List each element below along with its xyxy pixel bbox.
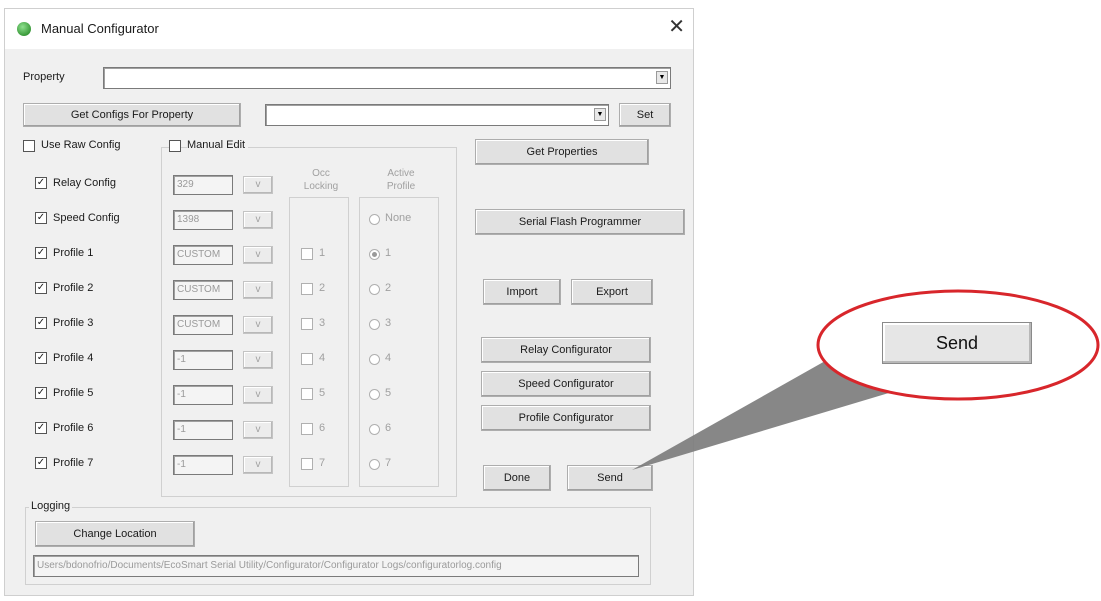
active-profile-none-label: None <box>385 212 412 224</box>
active-profile-5-label: 5 <box>385 387 392 399</box>
occ-lock-5-checkbox[interactable] <box>301 388 313 400</box>
serial-flash-programmer-button[interactable]: Serial Flash Programmer <box>475 209 685 235</box>
profile-4-field[interactable]: -1 <box>173 350 233 370</box>
use-raw-config-label: Use Raw Config <box>41 139 121 151</box>
active-profile-1-label: 1 <box>385 247 392 259</box>
relay-config-checkbox[interactable]: ✓ <box>35 177 47 189</box>
chevron-down-icon[interactable]: ▼ <box>656 71 668 84</box>
close-icon[interactable]: ✕ <box>668 15 685 39</box>
profile-6-field[interactable]: -1 <box>173 420 233 440</box>
profile-2-v-button[interactable]: v <box>243 281 273 299</box>
occ-lock-5-label: 5 <box>319 387 326 399</box>
configs-combobox[interactable]: ▼ <box>265 104 609 126</box>
active-profile-group <box>359 197 439 487</box>
profile-2-label: Profile 2 <box>53 282 94 294</box>
profile-7-checkbox[interactable]: ✓ <box>35 457 47 469</box>
active-profile-6-label: 6 <box>385 422 392 434</box>
profile-3-field[interactable]: CUSTOM <box>173 315 233 335</box>
speed-config-checkbox[interactable]: ✓ <box>35 212 47 224</box>
get-properties-button[interactable]: Get Properties <box>475 139 649 165</box>
profile-1-field[interactable]: CUSTOM <box>173 245 233 265</box>
profile-4-label: Profile 4 <box>53 352 94 364</box>
profile-5-field[interactable]: -1 <box>173 385 233 405</box>
export-button[interactable]: Export <box>571 279 653 305</box>
property-label: Property <box>23 71 65 83</box>
occ-lock-7-label: 7 <box>319 457 326 469</box>
relay-config-field[interactable]: 329 <box>173 175 233 195</box>
active-profile-header: Active Profile <box>386 168 416 192</box>
occ-lock-4-checkbox[interactable] <box>301 353 313 365</box>
active-profile-7-radio[interactable] <box>369 459 380 470</box>
profile-4-v-button[interactable]: v <box>243 351 273 369</box>
active-profile-1-radio[interactable] <box>369 249 380 260</box>
import-button[interactable]: Import <box>483 279 561 305</box>
active-profile-4-label: 4 <box>385 352 392 364</box>
profile-6-checkbox[interactable]: ✓ <box>35 422 47 434</box>
active-profile-2-radio[interactable] <box>369 284 380 295</box>
profile-3-checkbox[interactable]: ✓ <box>35 317 47 329</box>
active-profile-3-radio[interactable] <box>369 319 380 330</box>
relay-configurator-button[interactable]: Relay Configurator <box>481 337 651 363</box>
active-profile-7-label: 7 <box>385 457 392 469</box>
set-button[interactable]: Set <box>619 103 671 127</box>
active-profile-none-radio[interactable] <box>369 214 380 225</box>
zoomed-send-button: Send <box>882 322 1032 364</box>
profile-1-label: Profile 1 <box>53 247 94 259</box>
property-combobox[interactable]: ▼ <box>103 67 671 89</box>
speed-config-label: Speed Config <box>53 212 120 224</box>
occ-lock-3-label: 3 <box>319 317 326 329</box>
profile-7-label: Profile 7 <box>53 457 94 469</box>
send-button[interactable]: Send <box>567 465 653 491</box>
manual-edit-label: Manual Edit <box>187 139 249 151</box>
profile-3-label: Profile 3 <box>53 317 94 329</box>
manual-edit-checkbox[interactable] <box>169 140 181 152</box>
profile-6-v-button[interactable]: v <box>243 421 273 439</box>
logging-label: Logging <box>29 500 73 512</box>
speed-configurator-button[interactable]: Speed Configurator <box>481 371 651 397</box>
occ-lock-6-checkbox[interactable] <box>301 423 313 435</box>
profile-7-field[interactable]: -1 <box>173 455 233 475</box>
profile-5-label: Profile 5 <box>53 387 94 399</box>
occ-lock-1-label: 1 <box>319 247 326 259</box>
profile-7-v-button[interactable]: v <box>243 456 273 474</box>
occ-locking-group <box>289 197 349 487</box>
occ-locking-header: Occ Locking <box>303 168 339 192</box>
active-profile-4-radio[interactable] <box>369 354 380 365</box>
profile-1-v-button[interactable]: v <box>243 246 273 264</box>
speed-config-v-button[interactable]: v <box>243 211 273 229</box>
occ-lock-6-label: 6 <box>319 422 326 434</box>
profile-2-checkbox[interactable]: ✓ <box>35 282 47 294</box>
occ-lock-1-checkbox[interactable] <box>301 248 313 260</box>
occ-lock-2-label: 2 <box>319 282 326 294</box>
profile-3-v-button[interactable]: v <box>243 316 273 334</box>
done-button[interactable]: Done <box>483 465 551 491</box>
profile-6-label: Profile 6 <box>53 422 94 434</box>
window-title: Manual Configurator <box>41 21 159 36</box>
relay-config-label: Relay Config <box>53 177 116 189</box>
use-raw-config-checkbox[interactable] <box>23 140 35 152</box>
profile-2-field[interactable]: CUSTOM <box>173 280 233 300</box>
profile-5-checkbox[interactable]: ✓ <box>35 387 47 399</box>
title-bar: Manual Configurator ✕ <box>5 9 693 49</box>
occ-lock-3-checkbox[interactable] <box>301 318 313 330</box>
chevron-down-icon[interactable]: ▼ <box>594 108 606 121</box>
profile-1-checkbox[interactable]: ✓ <box>35 247 47 259</box>
speed-config-field[interactable]: 1398 <box>173 210 233 230</box>
occ-lock-7-checkbox[interactable] <box>301 458 313 470</box>
app-icon <box>17 22 31 36</box>
profile-4-checkbox[interactable]: ✓ <box>35 352 47 364</box>
active-profile-2-label: 2 <box>385 282 392 294</box>
manual-configurator-window: Manual Configurator ✕ Property ▼ Get Con… <box>4 8 694 596</box>
change-location-button[interactable]: Change Location <box>35 521 195 547</box>
get-configs-button[interactable]: Get Configs For Property <box>23 103 241 127</box>
active-profile-6-radio[interactable] <box>369 424 380 435</box>
relay-config-v-button[interactable]: v <box>243 176 273 194</box>
profile-configurator-button[interactable]: Profile Configurator <box>481 405 651 431</box>
active-profile-3-label: 3 <box>385 317 392 329</box>
occ-lock-2-checkbox[interactable] <box>301 283 313 295</box>
active-profile-5-radio[interactable] <box>369 389 380 400</box>
log-path-field[interactable]: Users/bdonofrio/Documents/EcoSmart Seria… <box>33 555 639 577</box>
profile-5-v-button[interactable]: v <box>243 386 273 404</box>
occ-lock-4-label: 4 <box>319 352 326 364</box>
